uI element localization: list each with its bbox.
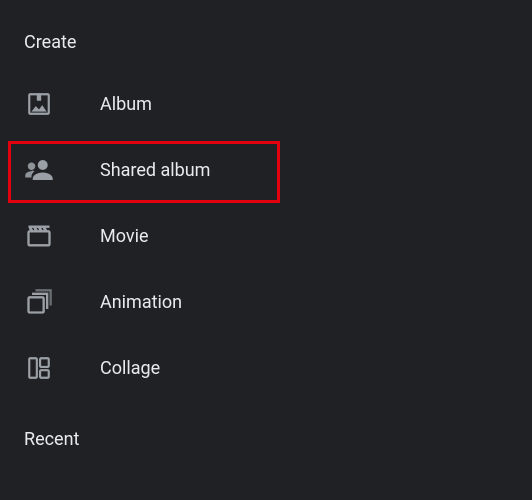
collage-icon <box>22 351 56 385</box>
section-recent-header: Recent <box>0 401 532 468</box>
menu-item-shared-album[interactable]: Shared album <box>0 137 532 203</box>
section-create-header: Create <box>0 0 532 71</box>
menu-item-label: Movie <box>56 226 149 247</box>
shared-album-icon <box>22 153 56 187</box>
album-icon <box>22 87 56 121</box>
menu-item-label: Collage <box>56 358 160 379</box>
menu-item-label: Album <box>56 94 152 115</box>
menu-item-album[interactable]: Album <box>0 71 532 137</box>
menu-item-label: Shared album <box>56 160 210 181</box>
menu-item-movie[interactable]: Movie <box>0 203 532 269</box>
menu-item-animation[interactable]: Animation <box>0 269 532 335</box>
create-menu: Album Shared album Movie <box>0 71 532 401</box>
movie-icon <box>22 219 56 253</box>
menu-item-label: Animation <box>56 292 182 313</box>
menu-item-collage[interactable]: Collage <box>0 335 532 401</box>
animation-icon <box>22 285 56 319</box>
